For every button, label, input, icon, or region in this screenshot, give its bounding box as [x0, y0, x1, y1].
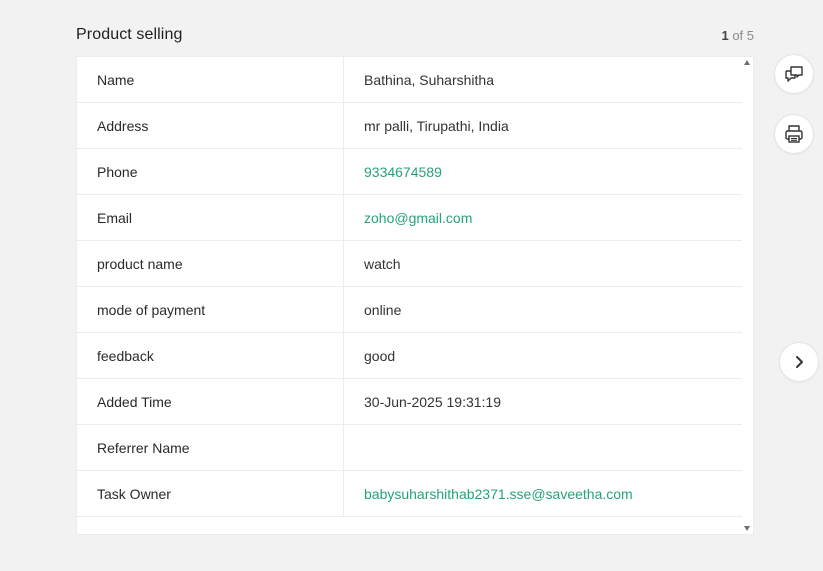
field-row-phone: Phone 9334674589: [77, 149, 744, 195]
field-row-address: Address mr palli, Tirupathi, India: [77, 103, 744, 149]
field-row-product-name: product name watch: [77, 241, 744, 287]
field-row-task-owner: Task Owner babysuharshithab2371.sse@save…: [77, 471, 744, 517]
chevron-right-icon: [793, 355, 805, 369]
field-value: watch: [364, 255, 401, 272]
pager-current: 1: [721, 28, 729, 43]
field-row-name: Name Bathina, Suharshitha: [77, 57, 744, 103]
field-label: Referrer Name: [77, 425, 344, 470]
pager-total: of 5: [728, 28, 754, 43]
field-value: Bathina, Suharshitha: [364, 71, 494, 88]
comments-button[interactable]: [774, 54, 814, 94]
field-label: Added Time: [77, 379, 344, 424]
field-row-mode-of-payment: mode of payment online: [77, 287, 744, 333]
record-pager: 1 of 5: [721, 28, 754, 43]
record-rows: Name Bathina, Suharshitha Address mr pal…: [77, 57, 744, 517]
field-label: Name: [77, 57, 344, 102]
record-detail-card[interactable]: Name Bathina, Suharshitha Address mr pal…: [76, 56, 754, 535]
field-row-added-time: Added Time 30-Jun-2025 19:31:19: [77, 379, 744, 425]
field-value: good: [364, 347, 396, 364]
field-label: product name: [77, 241, 344, 286]
email-link[interactable]: zoho@gmail.com: [344, 195, 744, 240]
field-value: mr palli, Tirupathi, India: [364, 117, 509, 134]
next-record-button[interactable]: [779, 342, 819, 382]
vertical-scrollbar[interactable]: [742, 57, 753, 534]
field-value: 30-Jun-2025 19:31:19: [364, 393, 501, 410]
field-row-feedback: feedback good: [77, 333, 744, 379]
page-title: Product selling: [76, 26, 183, 43]
task-owner-link[interactable]: babysuharshithab2371.sse@saveetha.com: [344, 471, 744, 516]
printer-icon: [784, 124, 804, 144]
phone-link[interactable]: 9334674589: [344, 149, 744, 194]
scroll-down-arrow-icon[interactable]: [744, 526, 750, 531]
field-value: online: [364, 301, 402, 318]
comment-bubbles-icon: [784, 65, 804, 83]
field-value: [344, 425, 744, 470]
field-label: Email: [77, 195, 344, 240]
field-label: feedback: [77, 333, 344, 378]
field-label: Phone: [77, 149, 344, 194]
field-label: mode of payment: [77, 287, 344, 332]
print-button[interactable]: [774, 114, 814, 154]
field-label: Address: [77, 103, 344, 148]
scroll-up-arrow-icon[interactable]: [744, 60, 750, 65]
field-label: Task Owner: [77, 471, 344, 516]
field-row-referrer-name: Referrer Name: [77, 425, 744, 471]
field-row-email: Email zoho@gmail.com: [77, 195, 744, 241]
